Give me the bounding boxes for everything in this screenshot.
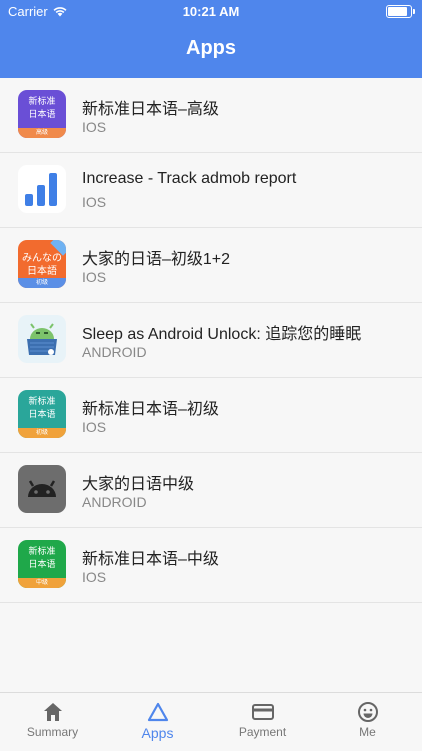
app-title: 新标准日本语–初级	[82, 401, 219, 418]
page-title: Apps	[186, 37, 236, 59]
smiley-icon	[357, 702, 378, 722]
triangle-icon	[147, 702, 168, 722]
battery-icon	[386, 5, 415, 18]
list-item[interactable]: 新标准 日本语 中级 新标准日本语–中级 IOS	[0, 528, 422, 603]
status-bar: Carrier 10:21 AM	[0, 0, 422, 24]
jp-advanced-icon: 新标准 日本语 高级	[18, 90, 66, 138]
list-item[interactable]: 新标准 日本语 初级 新标准日本语–初级 IOS	[0, 378, 422, 453]
app-title: 大家的日语中级	[82, 476, 195, 493]
app-platform: IOS	[82, 569, 107, 585]
jp-beginner-icon: 新标准 日本语 初级	[18, 390, 66, 438]
app-platform: ANDROID	[82, 494, 147, 510]
tab-payment[interactable]: Payment	[210, 701, 315, 739]
sleep-android-icon	[18, 315, 66, 363]
minna-icon: みんなの 日本語 初级	[18, 240, 66, 288]
list-item[interactable]: Increase - Track admob report IOS	[0, 153, 422, 228]
clock: 10:21 AM	[182, 4, 240, 19]
app-platform: IOS	[82, 194, 107, 210]
tab-me[interactable]: Me	[315, 701, 420, 739]
app-platform: IOS	[82, 419, 107, 435]
tab-summary[interactable]: Summary	[0, 701, 105, 739]
app-title: Sleep as Android Unlock: 追踪您的睡眠	[82, 326, 362, 343]
tab-bar: Summary Apps Payment Me	[0, 692, 422, 751]
list-item[interactable]: みんなの 日本語 初级 大家的日语–初级1+2 IOS	[0, 228, 422, 303]
app-platform: ANDROID	[82, 344, 147, 360]
app-title: 新标准日本语–高级	[82, 101, 219, 118]
android-robot-icon	[18, 465, 66, 513]
app-title: 大家的日语–初级1+2	[82, 251, 231, 268]
app-platform: IOS	[82, 119, 107, 135]
list-item[interactable]: 大家的日语中级 ANDROID	[0, 453, 422, 528]
card-icon	[251, 704, 274, 720]
bar-chart-icon	[18, 165, 66, 213]
app-title: 新标准日本语–中级	[82, 551, 219, 568]
home-icon	[43, 703, 62, 721]
tab-apps[interactable]: Apps	[105, 701, 210, 741]
nav-header: Carrier 10:21 AM Apps	[0, 0, 422, 78]
app-title: Increase - Track admob report	[82, 170, 297, 187]
jp-intermediate-icon: 新标准 日本语 中级	[18, 540, 66, 588]
list-item[interactable]: 新标准 日本语 高级 新标准日本语–高级 IOS	[0, 78, 422, 153]
app-platform: IOS	[82, 269, 107, 285]
list-item[interactable]: Sleep as Android Unlock: 追踪您的睡眠 ANDROID	[0, 303, 422, 378]
app-list: 新标准 日本语 高级 新标准日本语–高级 IOS Increase - Track…	[0, 78, 422, 603]
